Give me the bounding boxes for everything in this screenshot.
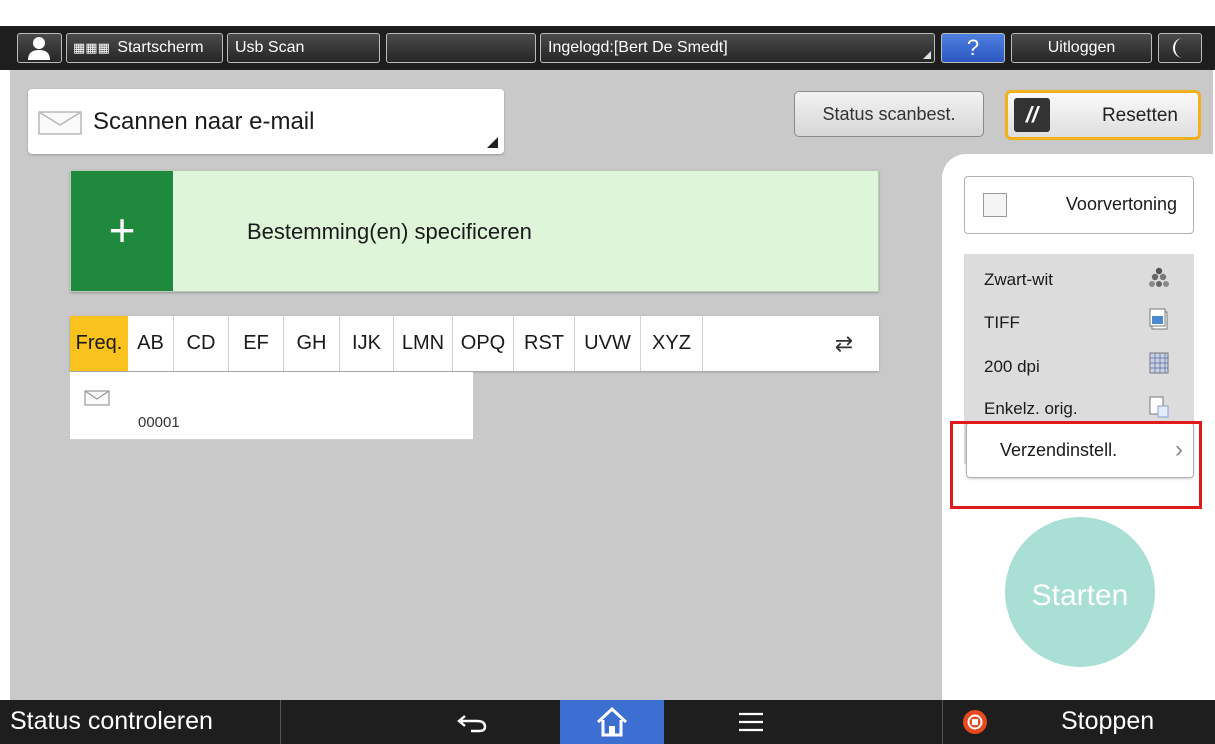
color-mode-icon	[1149, 267, 1169, 287]
plus-icon: +	[71, 171, 173, 291]
tab-label: LMN	[401, 332, 445, 354]
file-type-label: TIFF	[984, 313, 1020, 332]
red-highlight-box	[950, 421, 1202, 509]
single-sided-original-icon	[1149, 396, 1169, 418]
tab-label: OPQ	[460, 332, 506, 354]
top-status-bar: ▦▦▦ Startscherm Usb Scan Ingelogd:[Bert …	[0, 26, 1215, 70]
tab-label: RST	[524, 332, 564, 354]
logout-label: Uitloggen	[1047, 39, 1116, 56]
tab-freq[interactable]: Freq.	[70, 316, 128, 371]
check-status-button[interactable]: Status controleren	[10, 707, 213, 736]
stop-icon[interactable]	[963, 710, 987, 734]
reset-icon: //	[1014, 98, 1050, 132]
logout-button[interactable]: Uitloggen	[1011, 33, 1152, 63]
user-icon-button[interactable]	[17, 33, 62, 63]
tab-gh[interactable]: GH	[284, 316, 340, 371]
tab-rst[interactable]: RST	[514, 316, 575, 371]
tab-ef[interactable]: EF	[229, 316, 284, 371]
address-entry[interactable]: 00001	[70, 372, 473, 440]
tab-label: UVW	[584, 332, 631, 354]
preview-label: Voorvertoning	[1065, 194, 1177, 214]
tab-label: AB	[137, 332, 164, 354]
reset-label: Resetten	[1101, 105, 1178, 126]
dropdown-corner-icon	[487, 137, 498, 148]
tab-label: IJK	[352, 332, 381, 354]
stop-button[interactable]: Stoppen	[1061, 707, 1154, 736]
scan-mode-label: Scannen naar e-mail	[93, 108, 315, 135]
tab-label: GH	[296, 332, 327, 354]
back-icon[interactable]	[455, 710, 489, 734]
preview-toggle[interactable]: Voorvertoning	[964, 176, 1194, 234]
energy-saver-button[interactable]	[1158, 33, 1202, 63]
tab-lmn[interactable]: LMN	[394, 316, 453, 371]
tab-cd[interactable]: CD	[174, 316, 229, 371]
login-status-label: Ingelogd:[Bert De Smedt]	[548, 39, 728, 56]
home-screen-button[interactable]: ▦▦▦ Startscherm	[66, 33, 223, 63]
home-icon	[596, 706, 628, 737]
original-type-label: Enkelz. orig.	[984, 399, 1078, 418]
tab-ijk[interactable]: IJK	[340, 316, 394, 371]
divider	[942, 700, 943, 744]
divider	[280, 700, 281, 744]
stop-hand-icon	[967, 714, 983, 730]
bottom-bar: Status controleren Stoppen	[0, 700, 1215, 744]
home-button[interactable]	[560, 700, 664, 744]
address-book-index-tabs: Freq. AB CD EF GH IJK LMN OPQ RST UVW XY…	[70, 316, 879, 371]
tab-label: Freq.	[75, 332, 123, 354]
grid-icon: ▦▦▦	[73, 40, 110, 55]
menu-icon[interactable]	[738, 712, 764, 732]
start-button[interactable]: Starten	[1005, 517, 1155, 667]
tab-label: EF	[243, 332, 269, 354]
empty-app-slot[interactable]	[386, 33, 536, 63]
tab-opq[interactable]: OPQ	[453, 316, 514, 371]
user-icon	[28, 37, 50, 60]
tab-ab[interactable]: AB	[128, 316, 174, 371]
tab-label: CD	[186, 332, 216, 354]
scan-destination-type-selector[interactable]: Scannen naar e-mail	[28, 89, 504, 154]
start-label: Starten	[1031, 579, 1129, 612]
scan-status-button[interactable]: Status scanbest.	[794, 91, 984, 137]
tab-xyz[interactable]: XYZ	[641, 316, 703, 371]
help-label: ?	[966, 35, 980, 60]
preview-checkbox[interactable]	[983, 193, 1007, 217]
switch-arrows-icon: ⇄	[834, 331, 854, 356]
color-mode-label: Zwart-wit	[984, 270, 1053, 289]
tab-label: XYZ	[652, 332, 691, 354]
specify-destination-label: Bestemming(en) specificeren	[247, 219, 532, 244]
switch-title-button[interactable]: ⇄	[809, 316, 879, 371]
envelope-icon	[38, 111, 82, 135]
envelope-icon	[84, 390, 110, 406]
home-screen-label: Startscherm	[117, 39, 204, 56]
resolution-icon	[1149, 352, 1169, 374]
dropdown-corner-icon	[923, 51, 931, 59]
moon-icon	[1173, 38, 1183, 58]
login-status-button[interactable]: Ingelogd:[Bert De Smedt]	[540, 33, 935, 63]
entry-number: 00001	[138, 414, 180, 431]
file-type-icon	[1149, 308, 1168, 330]
tab-uvw[interactable]: UVW	[575, 316, 641, 371]
help-button[interactable]: ?	[941, 33, 1005, 63]
reset-button[interactable]: // Resetten	[1005, 90, 1201, 140]
specify-destination-button[interactable]: + Bestemming(en) specificeren	[70, 170, 879, 292]
resolution-label: 200 dpi	[984, 357, 1040, 376]
scan-status-label: Status scanbest.	[822, 104, 956, 124]
usb-scan-tab[interactable]: Usb Scan	[227, 33, 380, 63]
usb-scan-label: Usb Scan	[235, 39, 305, 56]
